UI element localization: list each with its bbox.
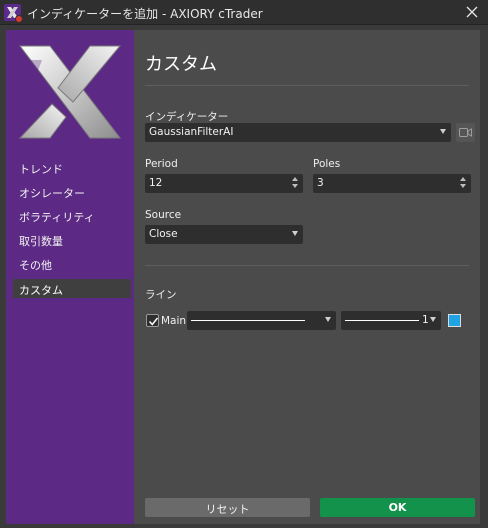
poles-stepper[interactable]: 3 (313, 174, 471, 193)
main-line-checkbox[interactable] (146, 314, 159, 327)
ctrader-app-icon (4, 4, 23, 23)
period-stepper[interactable]: 12 (145, 174, 303, 193)
indicator-select[interactable]: GaussianFilterAI (145, 123, 451, 142)
ok-button[interactable]: OK (320, 498, 475, 517)
close-icon (466, 6, 478, 18)
chevron-down-icon (440, 129, 446, 134)
source-select[interactable]: Close (145, 225, 303, 244)
close-button[interactable] (456, 0, 488, 25)
settings-panel: カスタム インディケーター GaussianFilterAI Period 12… (134, 30, 480, 524)
chevron-down-icon (325, 317, 331, 322)
indicator-label: インディケーター (145, 111, 229, 123)
line-style-select[interactable] (187, 311, 336, 330)
source-label: Source (145, 209, 182, 221)
sidebar-item-other[interactable]: その他 (13, 254, 131, 273)
period-value: 12 (149, 177, 163, 189)
line-thickness-select[interactable]: 1 (341, 311, 441, 330)
source-value: Close (149, 228, 178, 240)
title-bar: インディケーターを追加 - AXIORY cTrader (0, 0, 488, 25)
video-camera-icon (459, 128, 472, 137)
line-style-preview (191, 320, 305, 321)
poles-label: Poles (313, 158, 341, 170)
sidebar-item-volume[interactable]: 取引数量 (13, 230, 131, 249)
indicator-value: GaussianFilterAI (149, 126, 234, 138)
indicator-options-button[interactable] (456, 123, 475, 142)
reset-button[interactable]: リセット (145, 498, 310, 517)
sidebar-item-trend[interactable]: トレンド (13, 158, 131, 177)
lines-label: ライン (145, 289, 177, 301)
spinner-arrows-icon[interactable] (460, 176, 467, 190)
line-thickness-value: 1 (422, 314, 429, 326)
main-line-label: Main (161, 315, 187, 327)
sidebar-item-oscillator[interactable]: オシレーター (13, 182, 131, 201)
chevron-down-icon (430, 317, 436, 322)
period-label: Period (145, 158, 178, 170)
chevron-down-icon (292, 231, 298, 236)
line-color-swatch[interactable] (448, 314, 461, 327)
sidebar-item-volatility[interactable]: ボラティリティ (13, 206, 131, 225)
checkmark-icon (148, 317, 159, 326)
page-title: カスタム (145, 54, 217, 75)
category-sidebar: トレンド オシレーター ボラティリティ 取引数量 その他 カスタム (6, 30, 134, 524)
sidebar-item-custom[interactable]: カスタム (13, 279, 131, 298)
axiory-x-logo (18, 45, 122, 139)
window-title: インディケーターを追加 - AXIORY cTrader (27, 7, 263, 21)
line-thickness-preview (345, 320, 419, 321)
spinner-arrows-icon[interactable] (292, 176, 299, 190)
divider (145, 265, 469, 266)
poles-value: 3 (317, 177, 324, 189)
divider (145, 85, 469, 86)
